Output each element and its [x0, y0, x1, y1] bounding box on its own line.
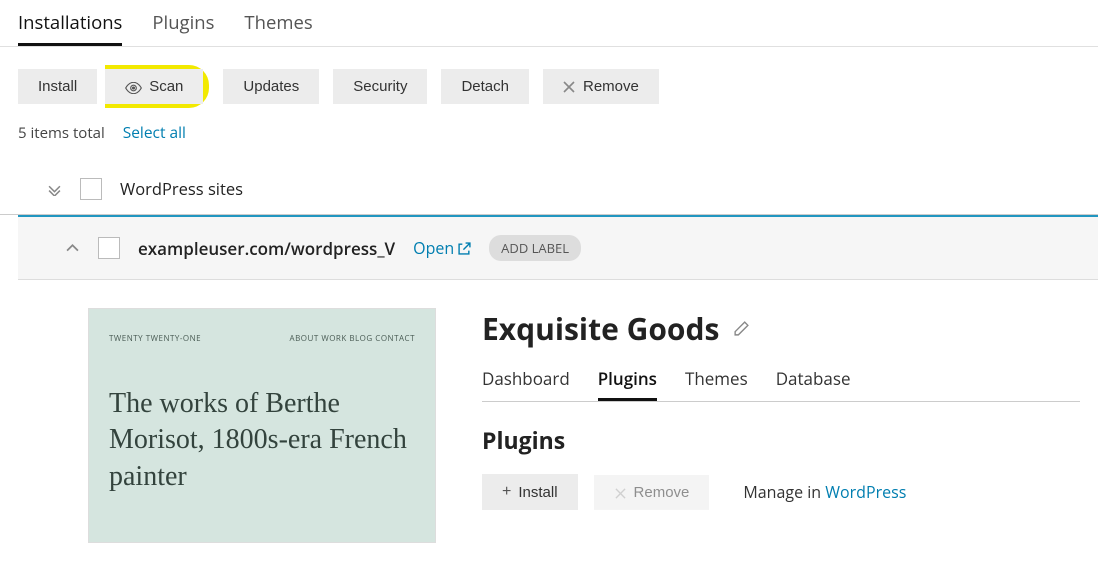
install-button[interactable]: Install — [18, 69, 97, 104]
detach-button[interactable]: Detach — [441, 69, 529, 104]
open-link[interactable]: Open — [413, 237, 471, 259]
site-body: TWENTY TWENTY-ONE ABOUT WORK BLOG CONTAC… — [0, 280, 1098, 543]
tab-plugins[interactable]: Plugins — [152, 10, 214, 46]
eye-icon — [125, 81, 142, 93]
sub-tab-database[interactable]: Database — [776, 367, 851, 401]
manage-in-text: Manage in WordPress — [743, 481, 906, 503]
plugins-toolbar: + Install Remove Manage in WordPress — [482, 474, 1080, 510]
sub-tabs: Dashboard Plugins Themes Database — [482, 367, 1080, 402]
thumb-header: TWENTY TWENTY-ONE ABOUT WORK BLOG CONTAC… — [109, 333, 415, 344]
chevron-up-icon[interactable] — [66, 241, 80, 255]
plugin-install-button[interactable]: + Install — [482, 474, 578, 510]
site-details: Exquisite Goods Dashboard Plugins Themes… — [482, 308, 1080, 543]
group-checkbox[interactable] — [80, 178, 102, 200]
toolbar: Install Scan Updates Security Detach Rem… — [0, 47, 1098, 116]
site-thumbnail: TWENTY TWENTY-ONE ABOUT WORK BLOG CONTAC… — [88, 308, 436, 543]
close-icon — [563, 80, 576, 93]
edit-icon[interactable] — [733, 320, 751, 338]
plugin-remove-button[interactable]: Remove — [594, 475, 710, 510]
group-title: WordPress sites — [120, 177, 243, 200]
manage-wordpress-link[interactable]: WordPress — [825, 481, 906, 503]
sub-tab-themes[interactable]: Themes — [685, 367, 748, 401]
site-path: exampleuser.com/wordpress_V — [138, 237, 395, 260]
thumb-menu: ABOUT WORK BLOG CONTACT — [290, 333, 415, 344]
tab-themes[interactable]: Themes — [244, 10, 312, 46]
open-link-label: Open — [413, 237, 454, 259]
select-all-link[interactable]: Select all — [123, 121, 186, 143]
plugins-section-title: Plugins — [482, 424, 1080, 456]
site-row: exampleuser.com/wordpress_V Open ADD LAB… — [18, 215, 1098, 280]
site-title: Exquisite Goods — [482, 308, 719, 349]
add-label-badge[interactable]: ADD LABEL — [489, 235, 581, 261]
site-title-row: Exquisite Goods — [482, 308, 1080, 349]
group-header: WordPress sites — [0, 163, 1098, 215]
thumb-headline: The works of Berthe Morisot, 1800s-era F… — [109, 386, 415, 495]
thumb-brand: TWENTY TWENTY-ONE — [109, 333, 201, 344]
sub-tab-dashboard[interactable]: Dashboard — [482, 367, 570, 401]
scan-button[interactable]: Scan — [105, 69, 203, 104]
sub-tab-plugins[interactable]: Plugins — [598, 367, 657, 401]
chevron-down-icon[interactable] — [48, 182, 62, 196]
plugin-install-label: Install — [518, 484, 557, 501]
tab-installations[interactable]: Installations — [18, 10, 122, 46]
scan-highlight: Scan — [105, 65, 209, 108]
remove-button[interactable]: Remove — [543, 69, 659, 104]
scan-button-label: Scan — [149, 78, 183, 95]
items-count: 5 items total — [18, 123, 105, 143]
manage-prefix: Manage in — [743, 481, 825, 503]
remove-button-label: Remove — [583, 78, 639, 95]
external-link-icon — [458, 242, 471, 255]
security-button[interactable]: Security — [333, 69, 427, 104]
updates-button[interactable]: Updates — [223, 69, 319, 104]
close-icon — [614, 486, 627, 499]
plugin-remove-label: Remove — [634, 484, 690, 501]
main-tabs: Installations Plugins Themes — [0, 0, 1098, 47]
meta-row: 5 items total Select all — [0, 116, 1098, 163]
site-checkbox[interactable] — [98, 237, 120, 259]
plus-icon: + — [502, 483, 511, 501]
